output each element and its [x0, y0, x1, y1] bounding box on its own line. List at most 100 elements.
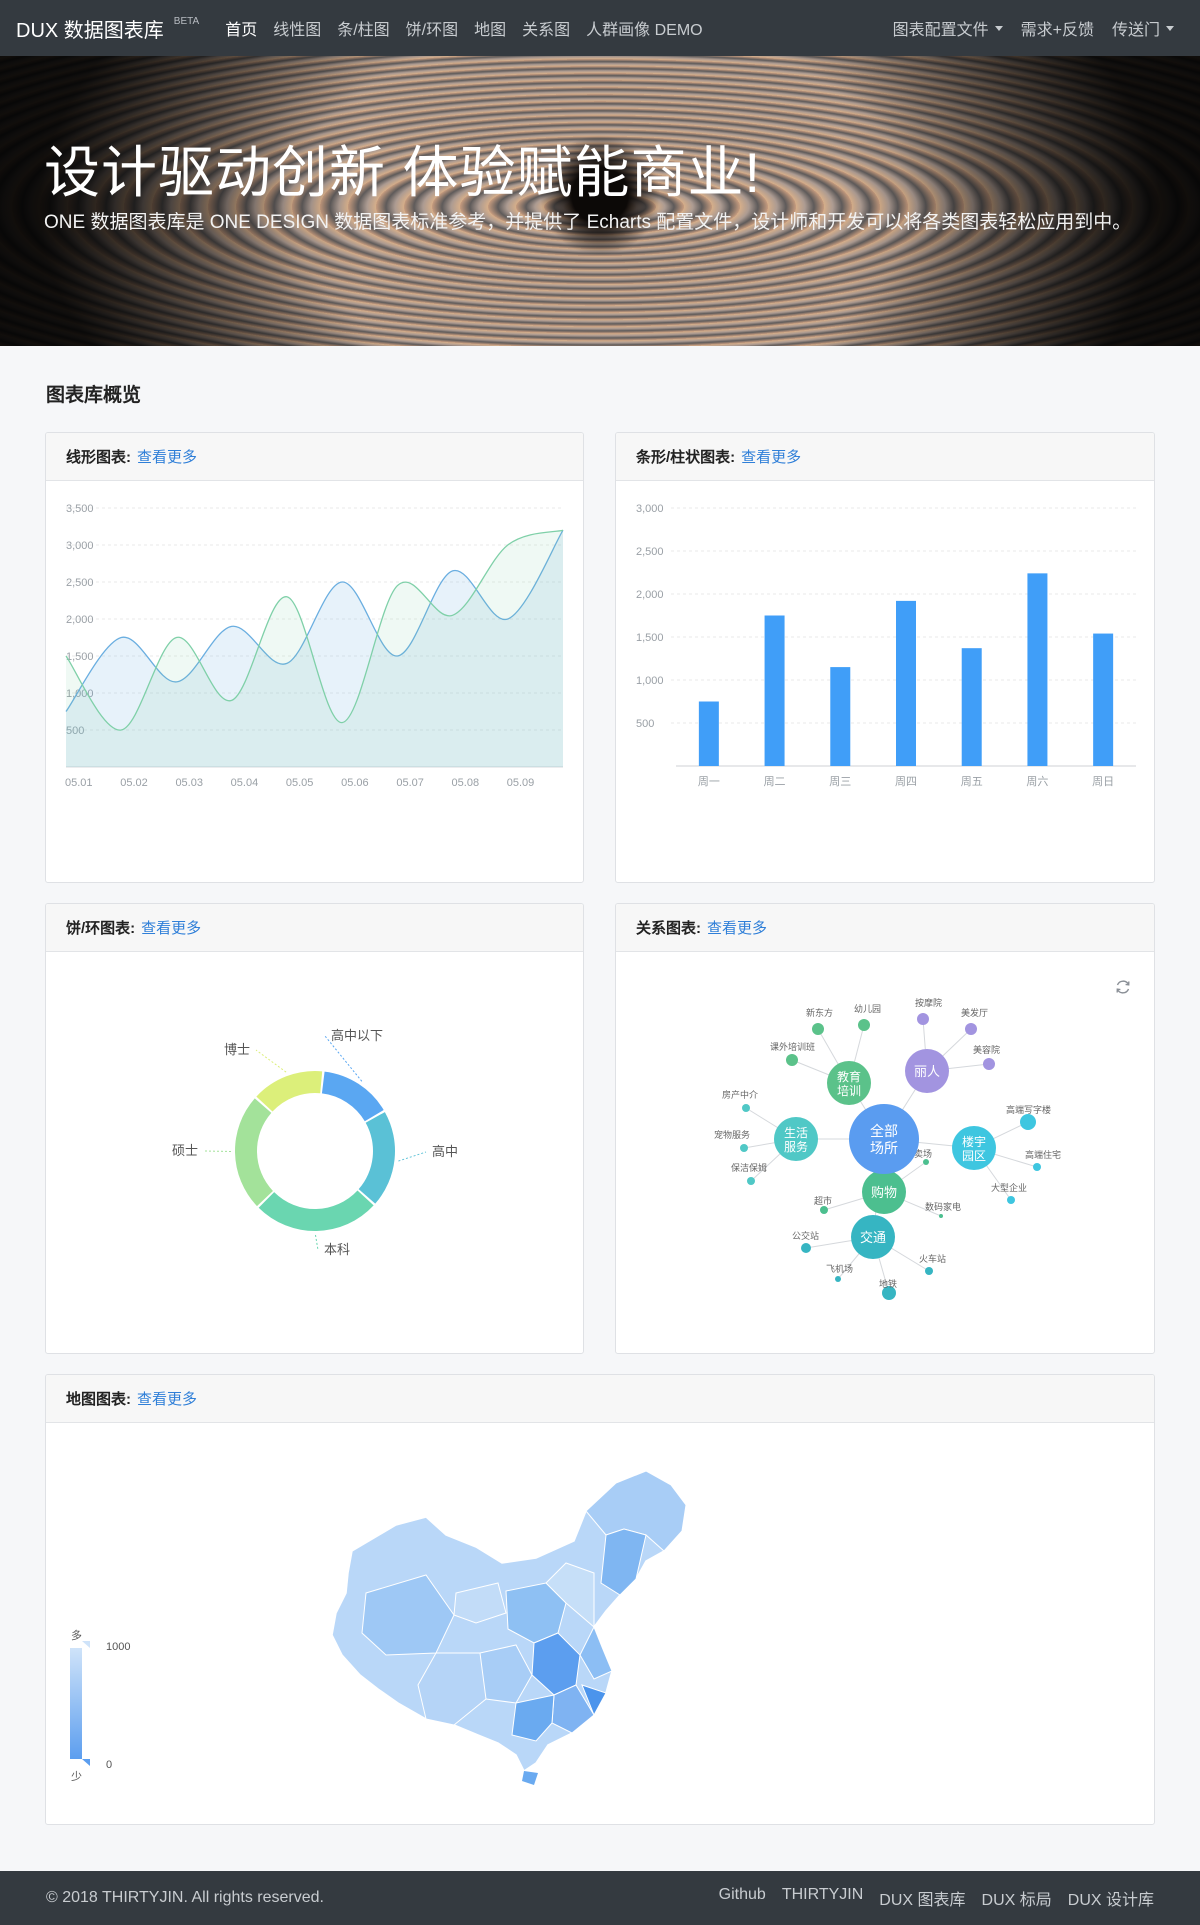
y-tick-label: 2,500 [66, 577, 94, 589]
hero-banner: 设计驱动创新 体验赋能商业! ONE 数据图表库是 ONE DESIGN 数据图… [0, 56, 1200, 346]
nav-home[interactable]: 首页 [225, 16, 257, 40]
leaf-node [917, 1013, 929, 1025]
leaf-label: 飞机场 [826, 1263, 853, 1274]
brand-name[interactable]: DUX 数据图表库 [16, 14, 164, 43]
leaf-label: 数码家电 [925, 1201, 961, 1212]
leaf-node [835, 1276, 841, 1282]
bar [698, 701, 719, 766]
y-tick-label: 1,500 [66, 651, 94, 663]
bar-chart-card: 条形/柱状图表: 查看更多 3,000 2,500 2,000 1,500 1,000 5… [615, 432, 1155, 883]
hub-label: 楼宇 [962, 1134, 986, 1149]
x-tick-label: 周一 [698, 775, 720, 788]
nav-portal-dropdown[interactable]: 传送门 [1112, 16, 1174, 40]
leaf-node [939, 1214, 943, 1218]
brand[interactable]: DUX 数据图表库 BETA [16, 14, 199, 43]
slice-label: 硕士 [172, 1143, 198, 1158]
refresh-icon[interactable] [1114, 978, 1132, 996]
footer-link-layout[interactable]: DUX 标局 [982, 1886, 1052, 1910]
card-header: 饼/环图表: 查看更多 [46, 904, 583, 952]
leaf-node [801, 1243, 811, 1253]
donut-chart: 高中以下高中本科 硕士 博士 [172, 1028, 458, 1257]
section-title: 图表库概览 [46, 385, 142, 406]
leaf-label: 新东方 [806, 1007, 833, 1018]
graph-chart-card: 关系图表: 查看更多 新东方 幼儿园 课外培训班 按摩院 美发厅 美容院 房产中介 宠物服务保… [615, 903, 1155, 1354]
footer-link-design-lib[interactable]: DUX 设计库 [1068, 1886, 1154, 1910]
nav-bar[interactable]: 条/柱图 [337, 16, 389, 40]
hero-subtitle: ONE 数据图表库是 ONE DESIGN 数据图表标准参考，并提供了 Echa… [44, 212, 1132, 233]
x-tick-label: 05.09 [507, 777, 535, 789]
line-chart: 3,5003,0002,5002,0001,5001,00050005.0105… [65, 503, 564, 789]
y-tick-label: 2,000 [66, 614, 94, 626]
view-more-link[interactable]: 查看更多 [141, 917, 201, 938]
hub-label: 教育 [837, 1069, 861, 1084]
leaf-label: 高端住宅 [1025, 1149, 1061, 1160]
footer: © 2018 THIRTYJIN. All rights reserved. G… [0, 1871, 1200, 1925]
donut-slice [321, 1071, 384, 1122]
donut-slice [234, 1098, 273, 1207]
view-more-link[interactable]: 查看更多 [137, 446, 197, 467]
leaf-node [742, 1104, 750, 1112]
nav-map[interactable]: 地图 [474, 16, 506, 40]
hub-label: 交通 [860, 1230, 886, 1245]
x-tick-label: 周四 [895, 775, 917, 788]
leaf-node [858, 1019, 870, 1031]
footer-link-chart-lib[interactable]: DUX 图表库 [879, 1886, 965, 1910]
hero-title: 设计驱动创新 体验赋能商业! [44, 141, 762, 204]
nav-graph[interactable]: 关系图 [522, 16, 570, 40]
hub-label: 丽人 [914, 1064, 940, 1079]
nav-portal-label: 传送门 [1111, 22, 1160, 39]
bar-chart: 3,000 2,500 2,000 1,500 1,000 500 周一 周二 周三 周四 周五 周六… [636, 503, 1136, 788]
map-chart-card: 地图图表: 查看更多 多少 1000 0 [45, 1374, 1155, 1825]
nav-pie[interactable]: 饼/环图 [406, 16, 458, 40]
label-line [314, 1234, 319, 1251]
x-tick-label: 周六 [1026, 775, 1048, 788]
leaf-label: 房产中介 [722, 1089, 758, 1100]
y-tick-label: 3,500 [66, 503, 94, 515]
nav-feedback[interactable]: 需求+反馈 [1021, 16, 1094, 40]
label-line [255, 1049, 287, 1073]
leaf-label: 地铁 [879, 1278, 897, 1289]
slice-label: 本科 [324, 1242, 350, 1257]
caret-down-icon [1166, 25, 1174, 31]
footer-link-thirtyjin[interactable]: THIRTYJIN [782, 1886, 863, 1910]
y-tick-label: 3,000 [636, 503, 664, 515]
leaf-label: 公交站 [792, 1230, 819, 1241]
nav-persona-demo[interactable]: 人群画像 DEMO [586, 16, 702, 40]
nav-line[interactable]: 线性图 [273, 16, 321, 40]
legend-min: 0 [106, 1759, 112, 1771]
leaf-label: 美容院 [973, 1044, 1000, 1055]
leaf-label: 保洁保姆 [731, 1162, 767, 1173]
legend-high-label: 多 [71, 1628, 82, 1642]
bar [1093, 633, 1114, 766]
x-tick-label: 周五 [961, 775, 983, 788]
card-header: 关系图表: 查看更多 [616, 904, 1154, 952]
view-more-link[interactable]: 查看更多 [741, 446, 801, 467]
y-tick-label: 2,500 [636, 546, 664, 558]
china-map: 多少 1000 0 [70, 1470, 687, 1785]
slice-label: 高中 [432, 1144, 458, 1159]
beta-badge: BETA [173, 15, 200, 27]
leaf-label: 幼儿园 [854, 1003, 881, 1014]
x-tick-label: 05.05 [286, 777, 314, 789]
leaf-label: 美发厅 [961, 1007, 988, 1018]
bar [896, 600, 916, 766]
y-tick-label: 500 [636, 718, 654, 730]
y-tick-label: 2,000 [636, 589, 664, 601]
view-more-link[interactable]: 查看更多 [707, 917, 767, 938]
leaf-node [786, 1054, 798, 1066]
leaf-node [965, 1023, 977, 1035]
nav-config-dropdown[interactable]: 图表配置文件 [893, 16, 1003, 40]
map-region [522, 1771, 538, 1785]
leaf-node [820, 1206, 828, 1214]
y-tick-label: 1,500 [636, 632, 664, 644]
legend-max: 1000 [106, 1641, 130, 1653]
main-nav: 首页 线性图 条/柱图 饼/环图 地图 关系图 人群画像 DEMO [225, 16, 718, 40]
footer-link-github[interactable]: Github [719, 1886, 766, 1910]
x-tick-label: 05.02 [120, 777, 148, 789]
leaf-label: 课外培训班 [770, 1041, 815, 1052]
leaf-label: 超市 [814, 1195, 832, 1206]
leaf-node [812, 1023, 824, 1035]
x-tick-label: 05.08 [452, 777, 480, 789]
view-more-link[interactable]: 查看更多 [137, 1388, 197, 1409]
slice-label: 博士 [224, 1042, 250, 1057]
